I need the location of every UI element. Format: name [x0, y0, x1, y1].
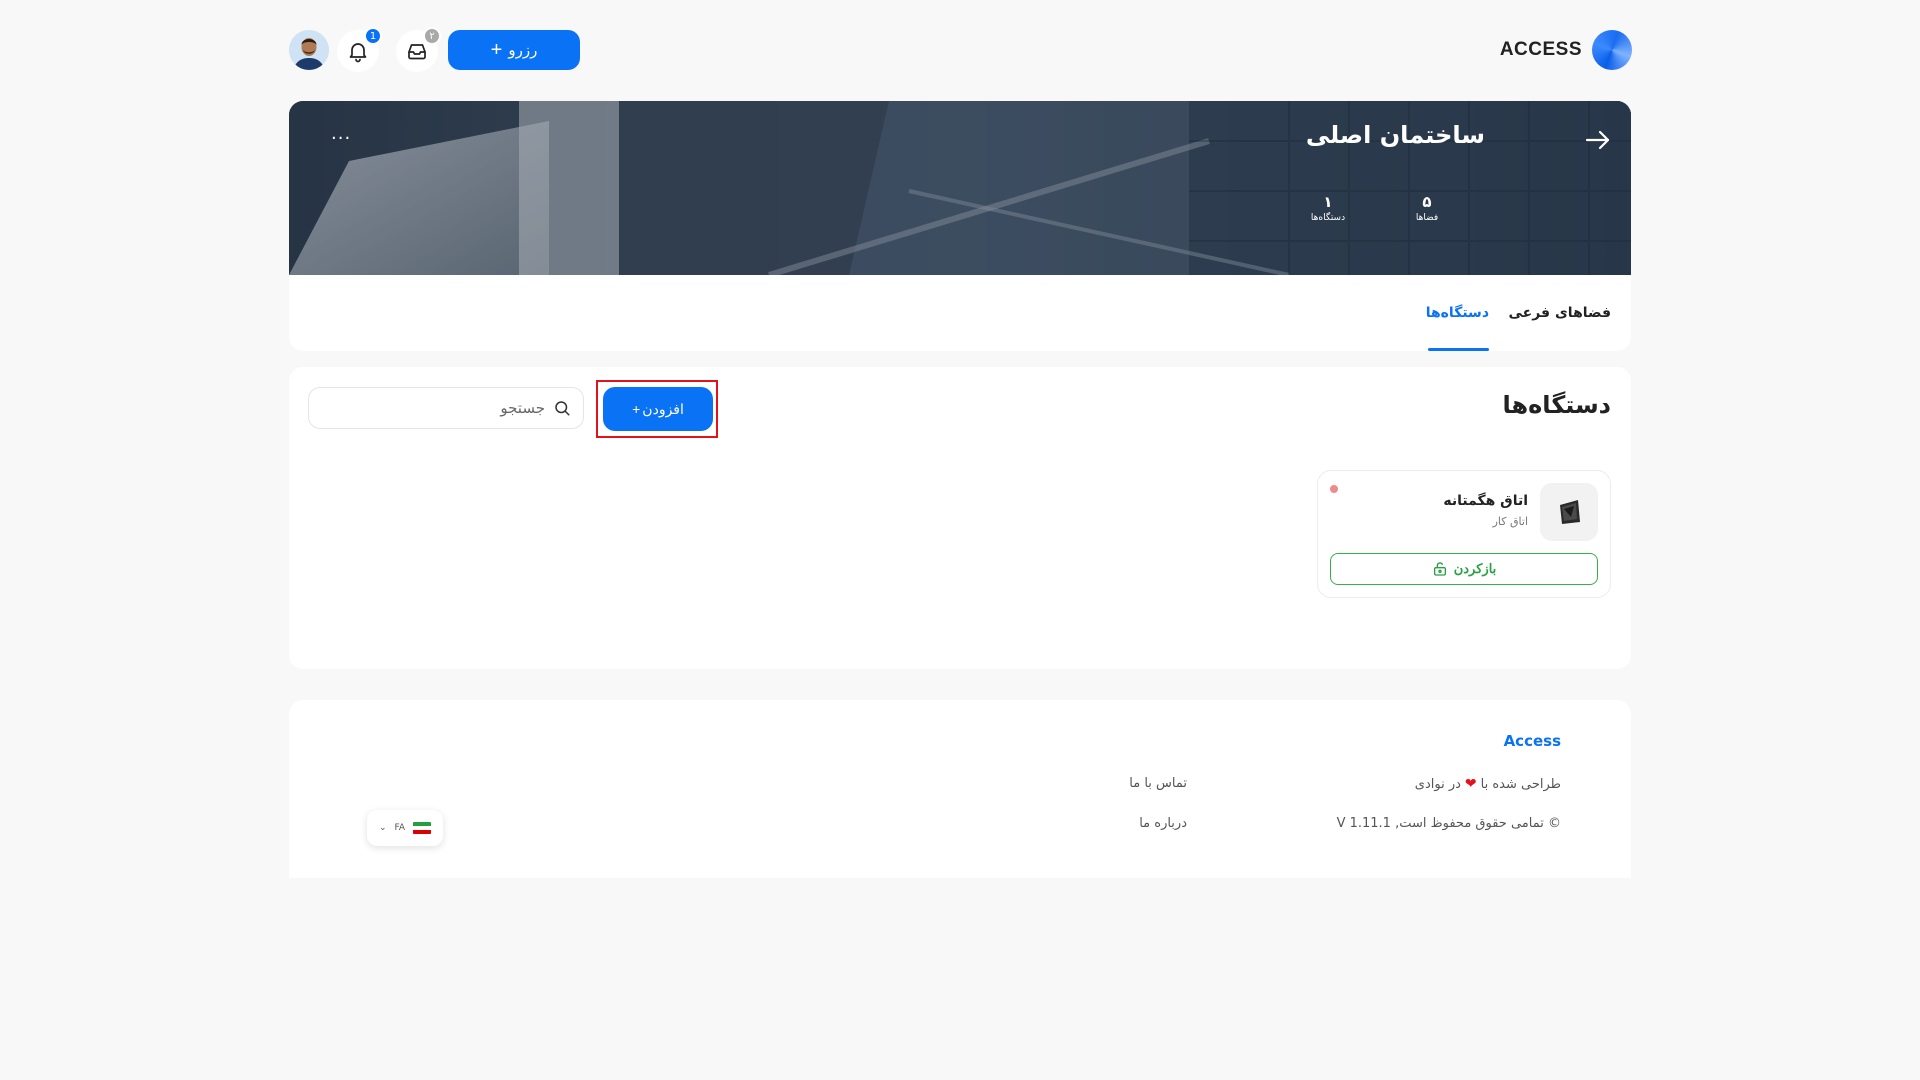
- active-tab-indicator: [1428, 348, 1489, 351]
- spaces-count: ۵: [1422, 193, 1432, 211]
- footer: Access طراحی شده با ❤ در نوادی © تمامی ح…: [289, 700, 1631, 878]
- device-name: اتاق هگمتانه: [1443, 493, 1528, 509]
- devices-label: دستگاه‌ها: [1310, 213, 1346, 223]
- language-code: FA: [394, 823, 406, 833]
- contact-link[interactable]: تماس با ما: [1129, 776, 1187, 791]
- notifications-button[interactable]: 1: [337, 27, 382, 72]
- add-button-label: افزودن: [642, 400, 684, 417]
- inbox-badge: ۲: [423, 27, 441, 45]
- chevron-down-icon: ⌄: [378, 823, 387, 833]
- plus-icon: +: [490, 39, 503, 61]
- heart-icon: ❤: [1464, 776, 1477, 792]
- open-door-button[interactable]: بازکردن: [1330, 553, 1598, 585]
- device-thumbnail: [1540, 483, 1598, 541]
- reserve-button-label: رزرو: [508, 42, 538, 59]
- inbox-button[interactable]: ۲: [396, 27, 441, 72]
- search-icon: [555, 401, 570, 416]
- building-hero-banner: ... ساختمان اصلی ۵ فضاها ۱ دستگاه‌ها: [289, 101, 1631, 275]
- language-select[interactable]: ⌄ FA: [367, 810, 443, 846]
- unlock-icon: [1433, 562, 1446, 576]
- brand-name: ACCESS: [1499, 39, 1582, 60]
- brand[interactable]: ACCESS: [1500, 30, 1632, 70]
- device-card[interactable]: اتاق هگمتانه اتاق کار بازکردن: [1317, 470, 1611, 598]
- add-device-button[interactable]: افزودن +: [603, 387, 713, 431]
- open-button-label: بازکردن: [1453, 561, 1497, 576]
- spaces-label: فضاها: [1415, 213, 1439, 223]
- about-link[interactable]: درباره ما: [1139, 816, 1187, 831]
- footer-designed-by: طراحی شده با ❤ در نوادی: [1415, 776, 1561, 792]
- more-options-button[interactable]: ...: [331, 123, 351, 144]
- reserve-button[interactable]: + رزرو: [448, 30, 580, 70]
- tab-sub-spaces[interactable]: فضاهای فرعی: [1509, 305, 1612, 321]
- avatar-icon: [289, 30, 329, 70]
- tabs-bar: فضاهای فرعی دستگاه‌ها: [289, 275, 1631, 351]
- door-panel-icon: [1560, 500, 1580, 524]
- arrow-right-icon: [1585, 130, 1610, 150]
- notifications-badge: 1: [364, 27, 382, 45]
- iran-flag-icon: [413, 822, 432, 834]
- brand-logo-icon: [1592, 30, 1632, 70]
- footer-copyright: © تمامی حقوق محفوظ است, V 1.11.1: [1336, 816, 1561, 831]
- device-type: اتاق کار: [1492, 515, 1528, 528]
- devices-stat: ۱ دستگاه‌ها: [1298, 193, 1358, 223]
- designed-suffix: در نوادی: [1414, 776, 1461, 792]
- building-title: ساختمان اصلی: [1305, 121, 1485, 149]
- status-indicator: [1330, 485, 1338, 493]
- spaces-stat: ۵ فضاها: [1397, 193, 1457, 223]
- back-button[interactable]: [1585, 129, 1611, 155]
- devices-count: ۱: [1323, 193, 1333, 211]
- search-input[interactable]: [345, 399, 545, 417]
- user-avatar[interactable]: [289, 30, 329, 70]
- plus-icon: +: [632, 401, 641, 417]
- devices-panel: دستگاه‌ها افزودن + اتاق هگمتانه اتاق کار…: [289, 367, 1631, 669]
- section-title: دستگاه‌ها: [1502, 391, 1611, 419]
- designed-prefix: طراحی شده با: [1480, 776, 1561, 792]
- footer-brand[interactable]: Access: [1504, 732, 1561, 750]
- search-box[interactable]: [308, 387, 584, 429]
- tab-devices[interactable]: دستگاه‌ها: [1426, 305, 1489, 321]
